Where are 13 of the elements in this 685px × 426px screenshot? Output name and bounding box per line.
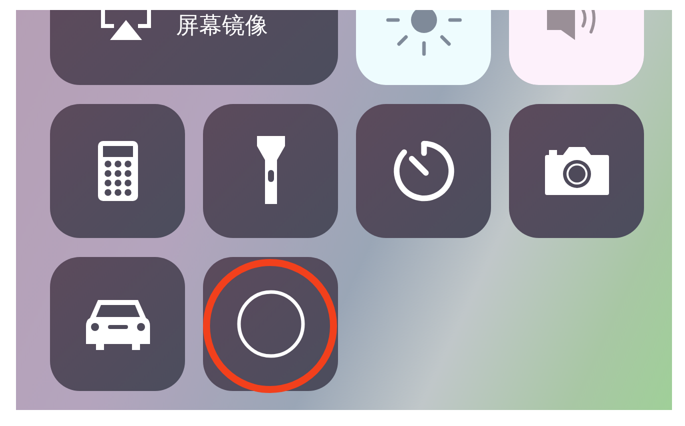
calculator-icon [98,141,138,201]
car-button[interactable] [50,257,185,391]
screen-mirroring-icon [100,10,152,42]
record-icon [236,289,306,359]
timer-button[interactable] [356,104,491,238]
calculator-button[interactable] [50,104,185,238]
flashlight-button[interactable] [203,104,338,238]
camera-button[interactable] [509,104,644,238]
brightness-slider[interactable] [356,10,491,85]
camera-icon [542,145,610,197]
screen-mirroring-button[interactable]: 屏幕镜像 [50,10,338,85]
flashlight-icon [256,136,286,206]
volume-slider[interactable] [509,10,644,85]
